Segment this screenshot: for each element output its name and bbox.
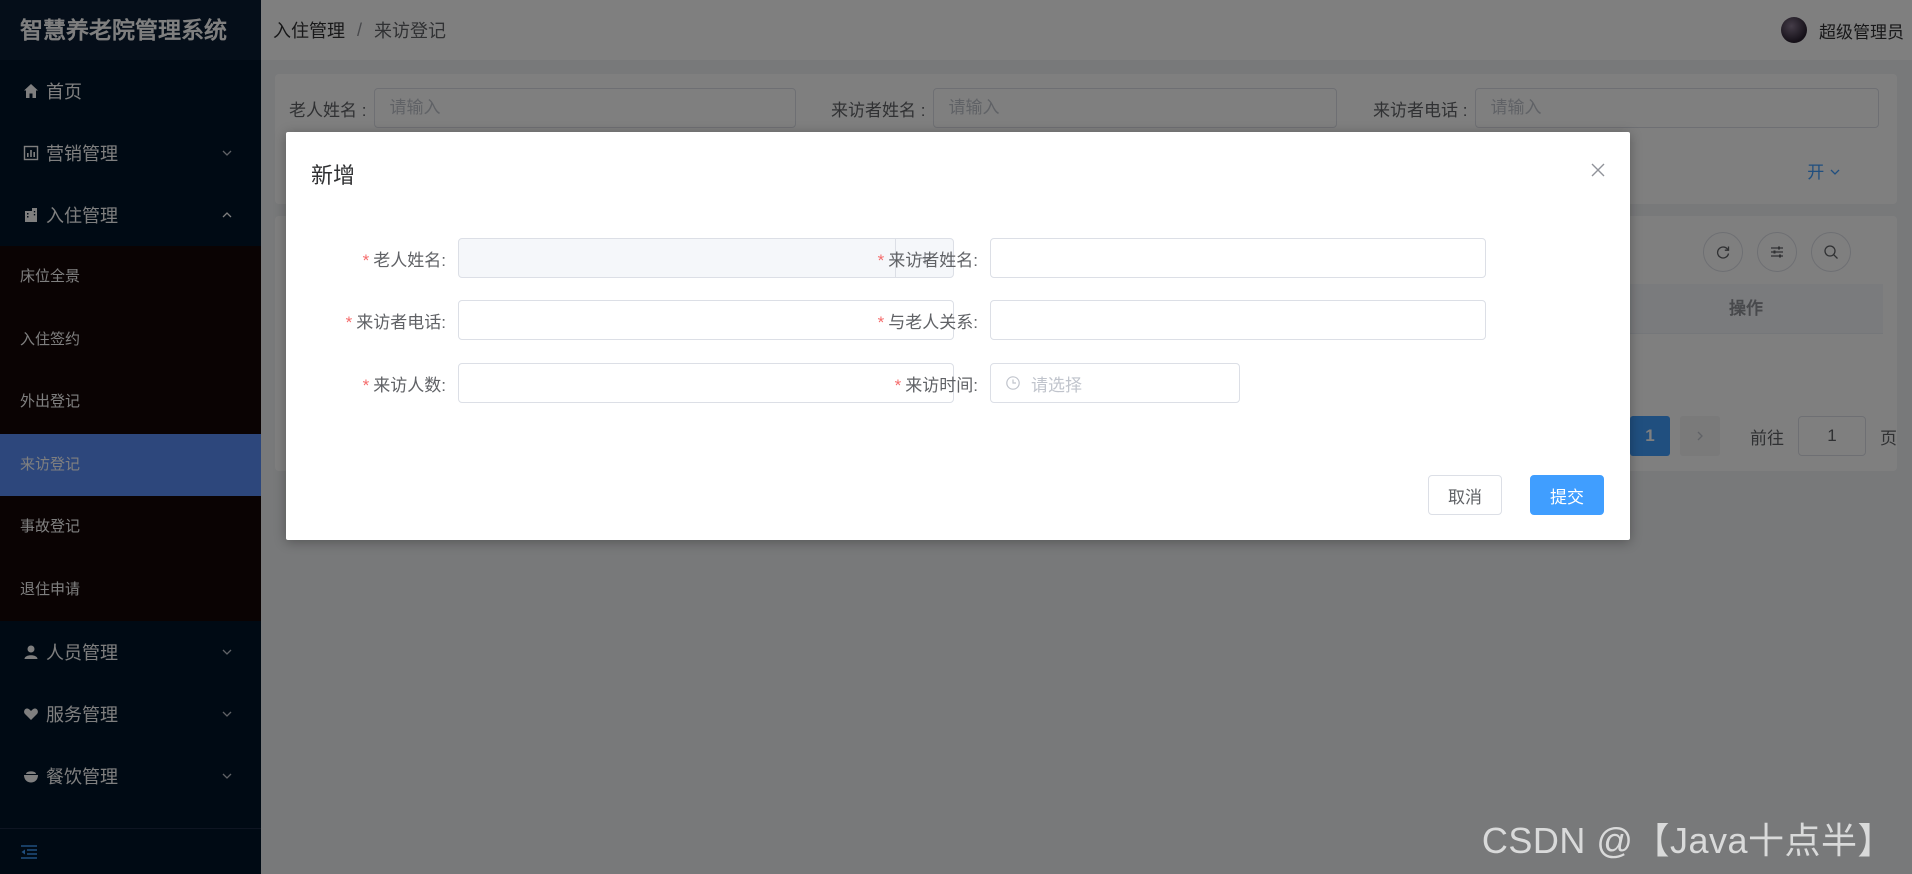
dialog-title: 新增 bbox=[311, 163, 356, 188]
relation-field[interactable] bbox=[990, 300, 1486, 340]
watermark: CSDN @【Java十点半】 bbox=[1481, 820, 1894, 861]
visitor-phone-label: * 来访者电话: bbox=[345, 312, 446, 332]
visitor-name-field[interactable] bbox=[990, 238, 1486, 278]
visit-time-placeholder: 请选择 bbox=[1031, 375, 1082, 395]
form-item-visitor-name: * 来访者姓名: bbox=[808, 238, 1486, 278]
elder-name-label: * 老人姓名: bbox=[362, 250, 446, 270]
visit-time-picker[interactable]: 请选择 bbox=[990, 363, 1240, 403]
submit-button[interactable]: 提交 bbox=[1530, 475, 1604, 515]
visit-time-label: * 来访时间: bbox=[894, 375, 978, 395]
add-visit-dialog: 新增 * 老人姓名: * 来访者姓名: * 来访者电话: * 与老人关系: * 来访人数:… bbox=[286, 132, 1630, 540]
cancel-button[interactable]: 取消 bbox=[1428, 475, 1502, 515]
form-item-visit-time: * 来访时间: 请选择 bbox=[808, 363, 1240, 403]
clock-icon bbox=[1005, 375, 1021, 391]
relation-label: * 与老人关系: bbox=[877, 312, 978, 332]
visitor-count-label: * 来访人数: bbox=[362, 375, 446, 395]
close-icon[interactable] bbox=[1590, 162, 1606, 178]
form-item-relation: * 与老人关系: bbox=[808, 300, 1486, 340]
visitor-name-label: * 来访者姓名: bbox=[877, 250, 978, 270]
